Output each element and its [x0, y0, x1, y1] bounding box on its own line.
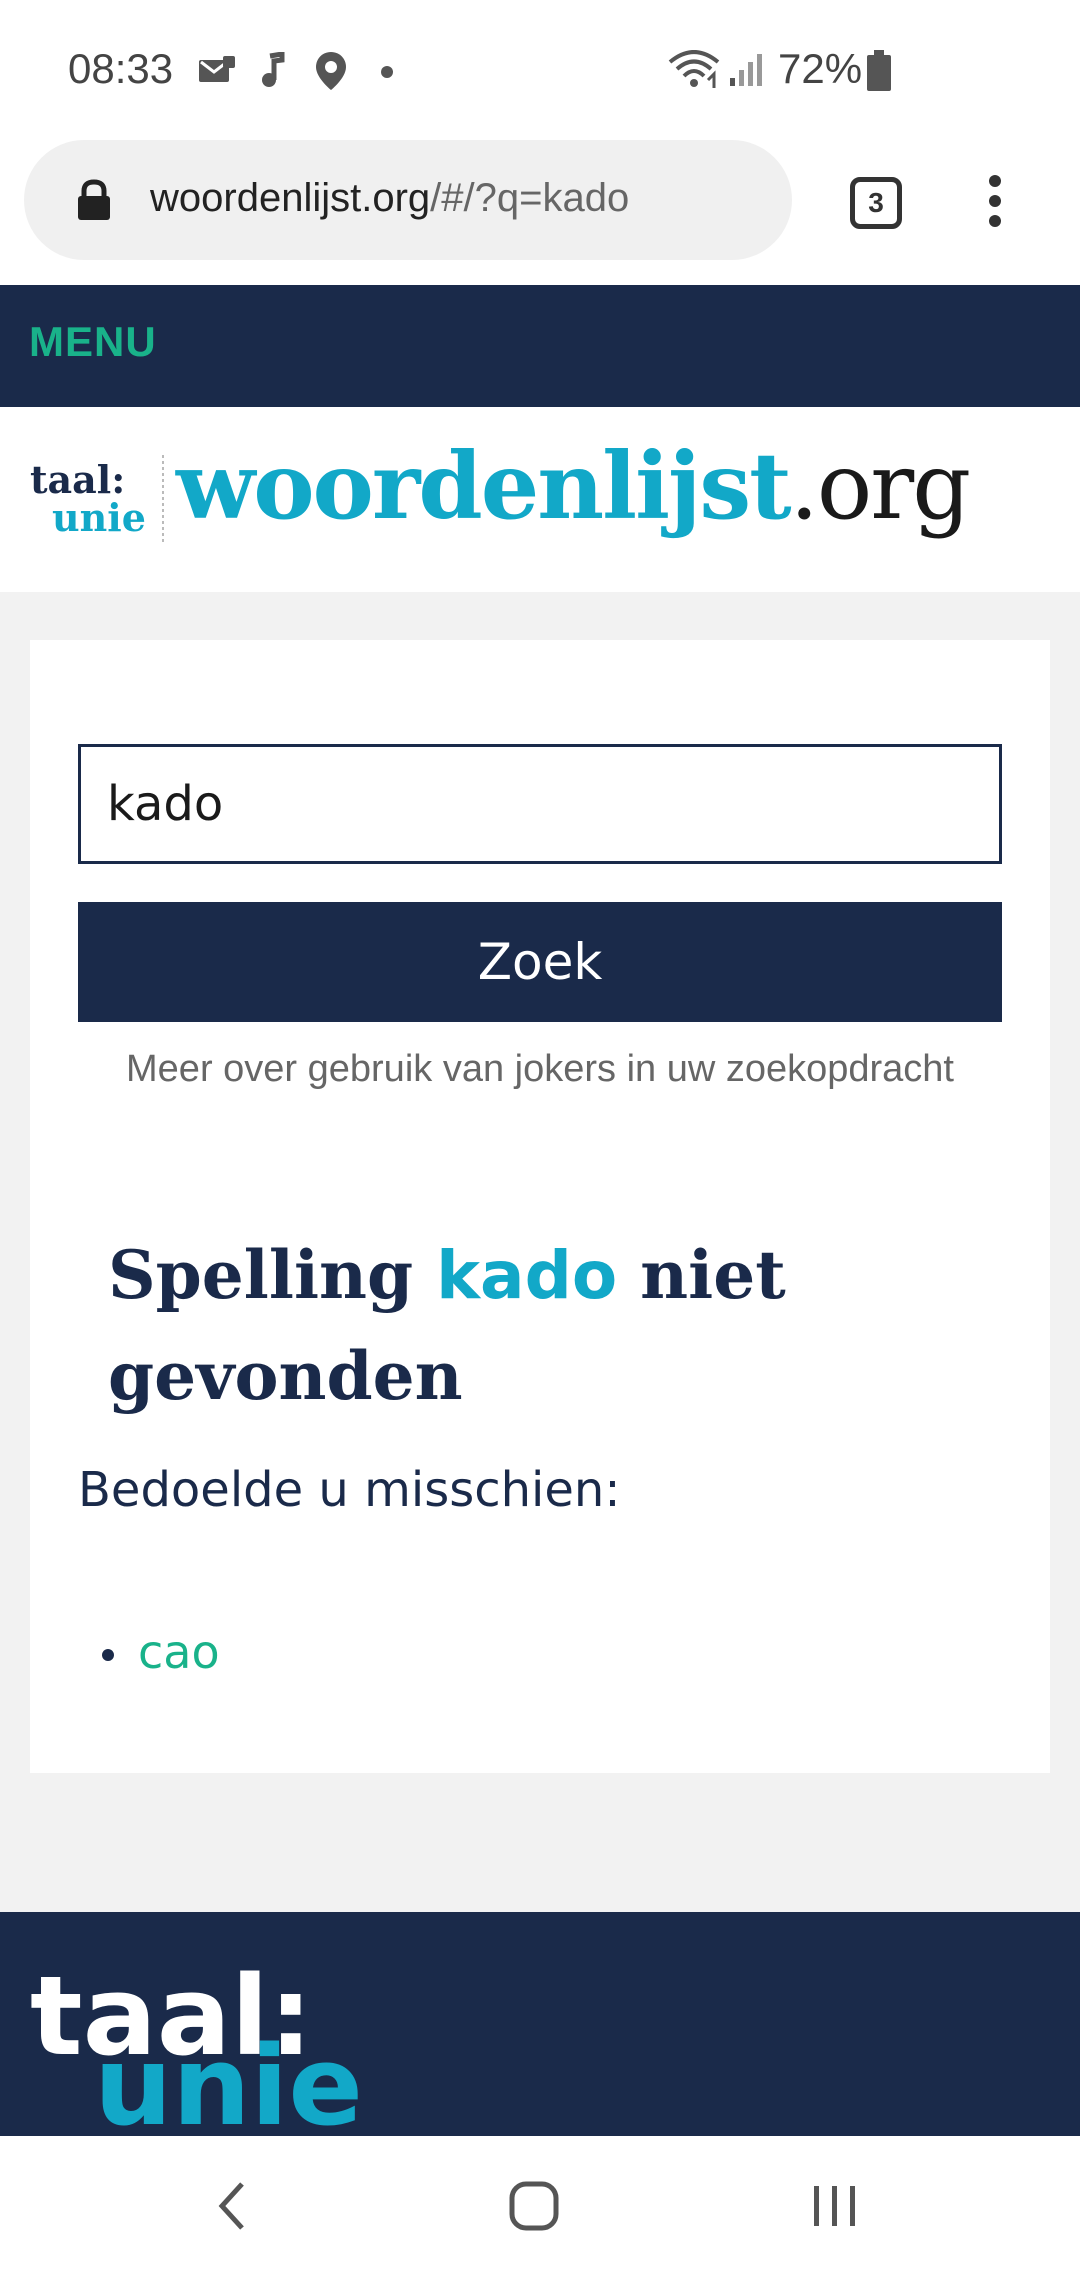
taalunie-logo-line2: unie	[52, 495, 146, 540]
lock-icon	[76, 178, 112, 227]
suggestion-link[interactable]: cao	[102, 1625, 220, 1679]
status-time: 08:33	[68, 45, 174, 92]
browser-toolbar: woordenlijst.org/#/?q=kado 3	[0, 140, 1080, 285]
battery-icon	[866, 50, 892, 97]
taalunie-logo[interactable]: taal: unie	[28, 457, 148, 547]
home-icon[interactable]	[508, 2176, 560, 2241]
mail-icon	[197, 54, 237, 91]
dot-icon	[381, 65, 393, 83]
tab-switcher-button[interactable]: 3	[850, 177, 902, 229]
result-heading: Spelling kado niet gevonden	[108, 1225, 808, 1426]
search-input[interactable]	[78, 744, 1002, 864]
result-heading-prefix: Spelling	[108, 1236, 437, 1314]
menu-button[interactable]: MENU	[29, 318, 157, 366]
wifi-icon	[668, 50, 720, 95]
battery-percentage: 72%	[778, 45, 863, 92]
footer-logo-line2: unie	[94, 2022, 363, 2136]
more-options-icon[interactable]	[975, 175, 1015, 231]
android-nav-bar	[0, 2136, 1080, 2280]
result-heading-term: kado	[436, 1237, 618, 1314]
site-title-tld: .org	[789, 433, 972, 540]
site-header: taal: unie woordenlijst.org	[0, 407, 1080, 592]
url-path: /#/?q=kado	[430, 176, 630, 220]
recent-apps-icon[interactable]	[810, 2176, 860, 2241]
back-icon[interactable]	[212, 2176, 252, 2241]
address-bar[interactable]: woordenlijst.org/#/?q=kado	[24, 140, 792, 260]
search-card: Zoek Meer over gebruik van jokers in uw …	[30, 640, 1050, 1773]
music-note-icon	[260, 51, 286, 93]
jokers-help-link[interactable]: Meer over gebruik van jokers in uw zoeko…	[30, 1048, 1050, 1091]
suggestion-label: Bedoelde u misschien:	[78, 1462, 621, 1518]
site-nav: MENU	[0, 285, 1080, 407]
location-icon	[314, 50, 348, 97]
site-title-main: woordenlijst	[176, 432, 792, 540]
site-title-logo[interactable]: woordenlijst.org	[176, 432, 972, 540]
search-button[interactable]: Zoek	[78, 902, 1002, 1022]
status-bar: 08:33 72%	[0, 0, 1080, 140]
signal-icon	[728, 52, 764, 93]
site-footer: taal: unie	[0, 1912, 1080, 2136]
logo-divider	[162, 455, 164, 545]
url-text[interactable]: woordenlijst.org/#/?q=kado	[150, 176, 629, 221]
suggestion-list: cao	[102, 1625, 220, 1679]
url-domain: woordenlijst.org	[150, 176, 431, 220]
